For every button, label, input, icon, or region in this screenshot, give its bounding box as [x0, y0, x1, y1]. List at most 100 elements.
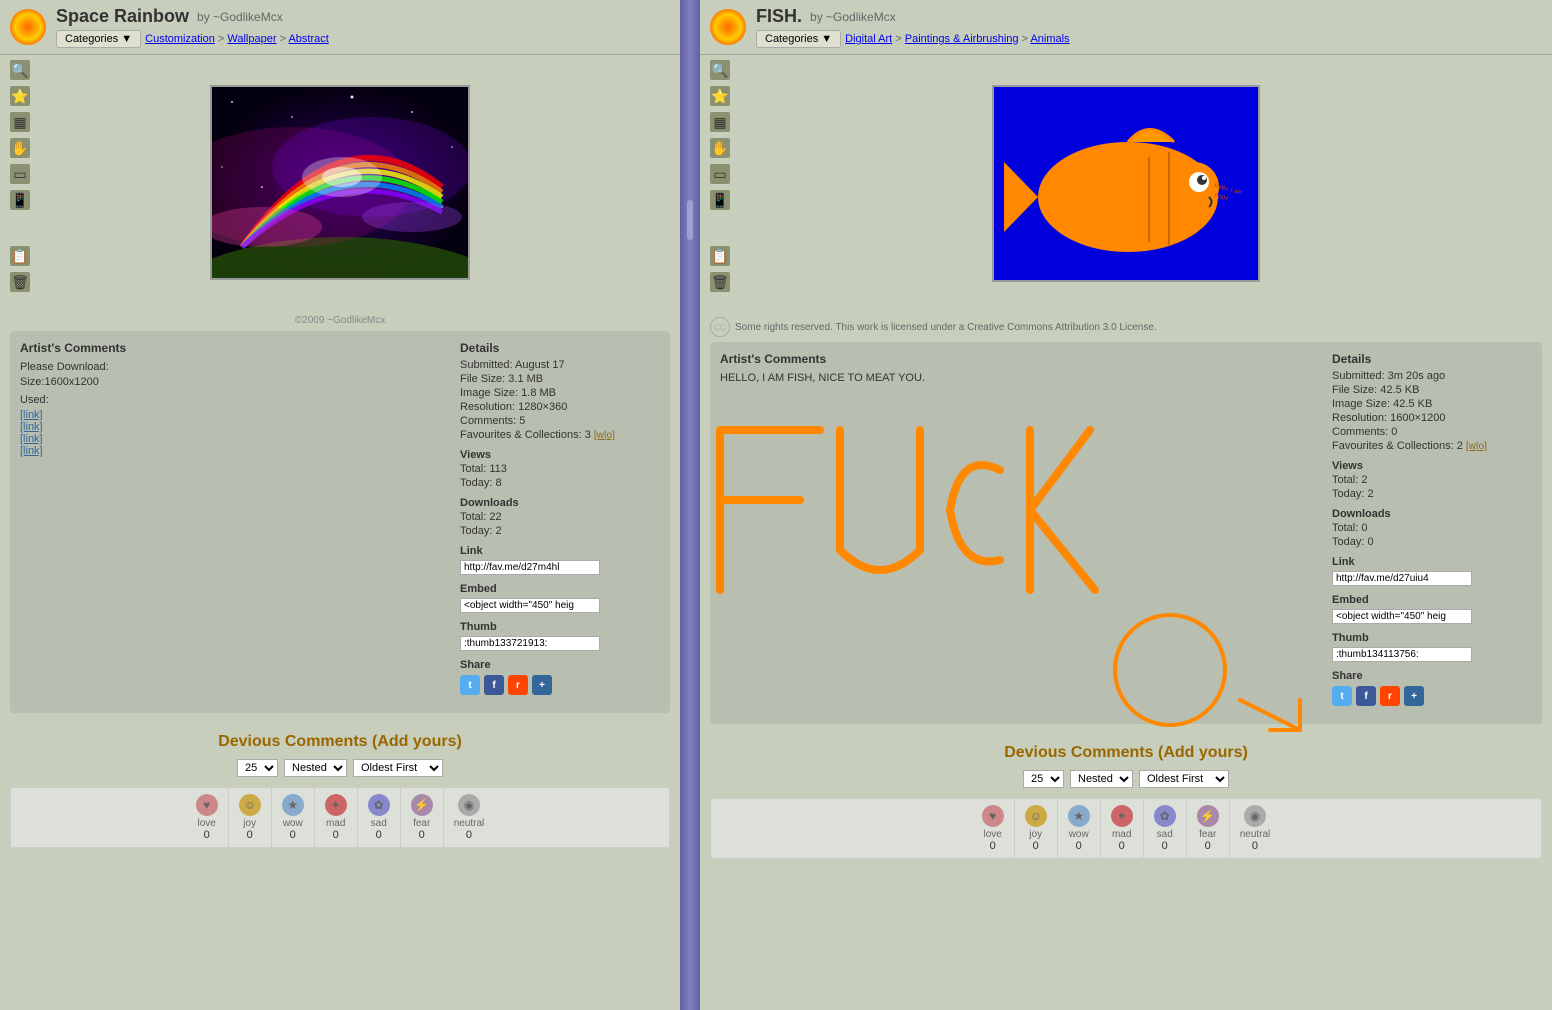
left-emotion-sad[interactable]: ✿ sad 0	[358, 788, 401, 847]
left-toolbar: 🔍 ⭐ ▦ ✋ ▭ 📱 📋 🗑	[10, 60, 30, 292]
cc-icon: CC	[710, 317, 730, 337]
right-categories-btn[interactable]: Categories ▼	[756, 30, 841, 48]
left-fav-link[interactable]: [w|o]	[594, 430, 615, 441]
grid-icon[interactable]: ▦	[10, 112, 30, 132]
right-zoom-icon[interactable]: 🔍	[710, 60, 730, 80]
sad-icon: ✿	[368, 794, 390, 816]
left-downloads-today: Today: 2	[460, 525, 660, 537]
left-emotion-mad[interactable]: ✦ mad 0	[315, 788, 358, 847]
right-fear-count: 0	[1205, 840, 1211, 852]
right-facebook-icon[interactable]: f	[1356, 686, 1376, 706]
left-emotion-row: ♥ love 0 ☺ joy 0 ★ wow 0 ✦ mad 0 ✿ sad	[10, 787, 670, 848]
left-emotion-love[interactable]: ♥ love 0	[186, 788, 229, 847]
right-joy-icon: ☺	[1025, 805, 1047, 827]
left-nav-customization[interactable]: Customization	[145, 33, 215, 45]
hand-icon[interactable]: ✋	[10, 138, 30, 158]
copy-icon[interactable]: 📋	[10, 246, 30, 266]
left-submitted: Submitted: August 17	[460, 359, 660, 371]
left-link-2[interactable]: [link]	[20, 421, 450, 433]
left-nav: Customization > Wallpaper > Abstract	[145, 33, 329, 45]
right-star-icon[interactable]: ⭐	[710, 86, 730, 106]
left-logo	[10, 9, 46, 45]
left-reddit-icon[interactable]: r	[508, 675, 528, 695]
right-fav-link[interactable]: [w|o]	[1466, 441, 1487, 452]
right-nav-animals[interactable]: Animals	[1030, 33, 1069, 45]
right-more-share-icon[interactable]: +	[1404, 686, 1424, 706]
right-hand-icon[interactable]: ✋	[710, 138, 730, 158]
left-link-input[interactable]	[460, 560, 600, 575]
right-comments-order[interactable]: Oldest First Newest First	[1139, 770, 1229, 788]
right-emotion-love[interactable]: ♥ love 0	[972, 799, 1015, 858]
left-link-4[interactable]: [link]	[20, 445, 450, 457]
left-downloads-total: Total: 22	[460, 511, 660, 523]
right-rect-icon[interactable]: ▭	[710, 164, 730, 184]
right-trash-icon[interactable]: 🗑	[710, 272, 730, 292]
left-comments-controls: 25 50 Nested Flat Oldest First Newest Fi…	[10, 759, 670, 777]
left-embed-heading: Embed	[460, 583, 660, 595]
left-used-label: Used:	[20, 394, 450, 406]
left-nav-abstract[interactable]: Abstract	[288, 33, 328, 45]
left-twitter-icon[interactable]: t	[460, 675, 480, 695]
right-comments-count[interactable]: 25 50	[1023, 770, 1064, 788]
rect-icon[interactable]: ▭	[10, 164, 30, 184]
right-wow-icon: ★	[1068, 805, 1090, 827]
trash-icon[interactable]: 🗑	[10, 272, 30, 292]
left-add-yours[interactable]: (Add yours)	[372, 733, 462, 750]
left-emotion-neutral[interactable]: ◉ neutral 0	[444, 788, 495, 847]
right-panel: FISH. by ~GodlikeMcx Categories ▼ Digita…	[700, 0, 1552, 1010]
left-facebook-icon[interactable]: f	[484, 675, 504, 695]
left-comments-count[interactable]: 25 50	[237, 759, 278, 777]
right-emotion-wow[interactable]: ★ wow 0	[1058, 799, 1101, 858]
left-emotion-wow[interactable]: ★ wow 0	[272, 788, 315, 847]
right-emotion-fear[interactable]: ⚡ fear 0	[1187, 799, 1230, 858]
left-size-label: Size:1600x1200	[20, 376, 450, 388]
right-embed-input[interactable]	[1332, 609, 1472, 624]
left-emotion-joy[interactable]: ☺ joy 0	[229, 788, 272, 847]
right-emotion-sad[interactable]: ✿ sad 0	[1144, 799, 1187, 858]
star-icon[interactable]: ⭐	[10, 86, 30, 106]
fear-label: fear	[413, 818, 430, 829]
left-comments-title: Devious Comments (Add yours)	[10, 733, 670, 751]
phone-icon[interactable]: 📱	[10, 190, 30, 210]
right-comments: Comments: 0	[1332, 426, 1532, 438]
fear-icon: ⚡	[411, 794, 433, 816]
left-link-3[interactable]: [link]	[20, 433, 450, 445]
right-joy-label: joy	[1029, 829, 1042, 840]
left-link-1[interactable]: [link]	[20, 409, 450, 421]
left-comments-nested[interactable]: Nested Flat	[284, 759, 347, 777]
right-reddit-icon[interactable]: r	[1380, 686, 1400, 706]
right-views-today: Today: 2	[1332, 488, 1532, 500]
zoom-icon[interactable]: 🔍	[10, 60, 30, 80]
wow-label: wow	[283, 818, 303, 829]
left-more-share-icon[interactable]: +	[532, 675, 552, 695]
left-nav-wallpaper[interactable]: Wallpaper	[227, 33, 276, 45]
left-embed-input[interactable]	[460, 598, 600, 613]
right-fear-label: fear	[1199, 829, 1216, 840]
right-comments-nested[interactable]: Nested Flat	[1070, 770, 1133, 788]
right-mad-count: 0	[1119, 840, 1125, 852]
left-copyright: ©2009 ~GodlikeMcx	[0, 310, 680, 331]
left-downloads-heading: Downloads	[460, 497, 660, 509]
right-cc-text: Some rights reserved. This work is licen…	[735, 322, 1157, 333]
right-phone-icon[interactable]: 📱	[710, 190, 730, 210]
left-comments-order[interactable]: Oldest First Newest First	[353, 759, 443, 777]
right-nav-paintings[interactable]: Paintings & Airbrushing	[905, 33, 1019, 45]
right-twitter-icon[interactable]: t	[1332, 686, 1352, 706]
right-emotion-neutral[interactable]: ◉ neutral 0	[1230, 799, 1281, 858]
right-nav-digital[interactable]: Digital Art	[845, 33, 892, 45]
left-categories-btn[interactable]: Categories ▼	[56, 30, 141, 48]
right-link-input[interactable]	[1332, 571, 1472, 586]
left-thumb-input[interactable]	[460, 636, 600, 651]
right-fear-icon: ⚡	[1197, 805, 1219, 827]
panel-divider[interactable]	[680, 0, 700, 1010]
right-add-yours[interactable]: (Add yours)	[1158, 744, 1248, 761]
right-emotion-mad[interactable]: ✦ mad 0	[1101, 799, 1144, 858]
left-artist-comments: Artist's Comments Please Download: Size:…	[20, 341, 450, 703]
joy-label: joy	[243, 818, 256, 829]
right-grid-icon[interactable]: ▦	[710, 112, 730, 132]
left-emotion-fear[interactable]: ⚡ fear 0	[401, 788, 444, 847]
right-copy-icon[interactable]: 📋	[710, 246, 730, 266]
left-image-area	[0, 55, 680, 310]
right-thumb-input[interactable]	[1332, 647, 1472, 662]
right-emotion-joy[interactable]: ☺ joy 0	[1015, 799, 1058, 858]
